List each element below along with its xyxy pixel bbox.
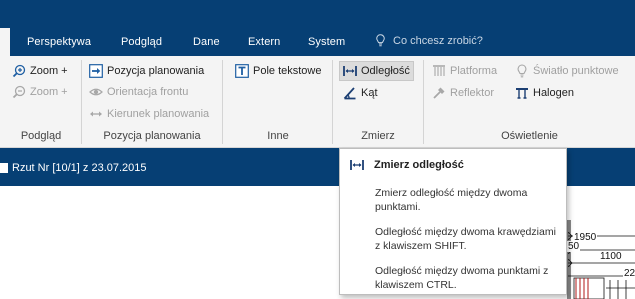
platforma-label: Platforma (450, 65, 498, 77)
platforma-button[interactable]: Platforma (429, 61, 500, 81)
group-oswietlenie: Platforma Reflektor Światło punktowe Hal… (424, 56, 635, 148)
group-label-inne: Inne (267, 130, 289, 142)
dimension-label: 1100 (599, 251, 623, 262)
angle-icon (343, 86, 357, 100)
tell-me-search[interactable]: Co chcesz zrobić? (376, 34, 483, 47)
dimension-label: 22 (623, 268, 635, 279)
pole-tekstowe-label: Pole tekstowe (253, 65, 322, 77)
zoom-in-button[interactable]: Zoom + (9, 61, 71, 81)
tab-dane[interactable]: Dane (193, 36, 220, 48)
ribbon: Zoom + Zoom + Podgląd Pozycja planowania… (0, 56, 635, 148)
zoom-out-icon (12, 85, 26, 99)
zoom-in-icon (12, 64, 26, 78)
reflektor-button[interactable]: Reflektor (429, 83, 497, 103)
ribbon-tab-bar: Perspektywa Podgląd Dane Extern System C… (0, 0, 635, 56)
group-inne: Pole tekstowe Inne (223, 56, 333, 148)
measure-distance-icon (343, 64, 357, 78)
zoom-out-label: Zoom + (30, 86, 68, 98)
pozycja-planowania-label: Pozycja planowania (107, 65, 205, 77)
group-label-podglad: Podgląd (20, 130, 62, 142)
tab-extern[interactable]: Extern (248, 36, 280, 48)
halogen-label: Halogen (533, 87, 574, 99)
lightbulb-icon (376, 34, 385, 47)
odleglosc-button[interactable]: Odległość (339, 61, 414, 81)
kat-button[interactable]: Kąt (340, 83, 381, 103)
eye-icon (89, 85, 103, 99)
orientacja-frontu-label: Orientacja frontu (107, 86, 189, 98)
halogen-button[interactable]: Halogen (512, 83, 577, 103)
zoom-in-label: Zoom + (30, 65, 68, 77)
spotlight-icon (432, 86, 446, 100)
odleglosc-label: Odległość (361, 65, 410, 77)
tab-podglad[interactable]: Podgląd (121, 36, 162, 48)
platform-light-icon (432, 64, 446, 78)
orientacja-frontu-button[interactable]: Orientacja frontu (86, 82, 191, 102)
group-label-oswietlenie: Oświetlenie (501, 130, 558, 142)
dimension-label: 50 (567, 241, 581, 252)
text-field-icon (235, 64, 249, 78)
tell-me-placeholder: Co chcesz zrobić? (393, 34, 483, 47)
group-pozycja-planowania: Pozycja planowania Orientacja frontu Kie… (82, 56, 222, 148)
swiatlo-punktowe-label: Światło punktowe (533, 65, 619, 77)
tooltip-text: Zmierz odległość między dwoma punktami. (375, 187, 528, 213)
zoom-out-button[interactable]: Zoom + (9, 82, 71, 102)
tooltip-text: Odległość między dwoma krawędziami z kla… (375, 226, 556, 252)
reflektor-label: Reflektor (450, 87, 495, 99)
measure-distance-icon (350, 158, 364, 172)
document-title: Rzut Nr [10/1] z 23.07.2015 (12, 162, 147, 174)
group-zmierz: Odległość Kąt Zmierz (333, 56, 423, 148)
tab-system[interactable]: System (308, 36, 345, 48)
group-label-pozycja: Pozycja planowania (103, 130, 201, 142)
kierunek-planowania-label: Kierunek planowania (107, 108, 210, 120)
document-tab[interactable]: Rzut Nr [10/1] z 23.07.2015 (0, 162, 147, 174)
pozycja-planowania-button[interactable]: Pozycja planowania (86, 61, 207, 81)
tooltip-title: Zmierz odległość (374, 159, 464, 171)
swiatlo-punktowe-button[interactable]: Światło punktowe (512, 61, 622, 81)
point-light-bulb-icon (515, 64, 529, 78)
pole-tekstowe-button[interactable]: Pole tekstowe (232, 61, 324, 81)
tooltip-text: Odległość między dwoma punktami z klawis… (375, 265, 549, 291)
double-arrow-icon (89, 107, 103, 121)
position-arrow-icon (89, 64, 103, 78)
group-podglad: Zoom + Zoom + Podgląd (0, 56, 82, 148)
tab-perspektywa[interactable]: Perspektywa (27, 36, 91, 48)
halogen-lamp-icon (515, 86, 529, 100)
active-tab-edge[interactable] (0, 28, 10, 56)
document-icon (0, 163, 8, 173)
kat-label: Kąt (361, 87, 378, 99)
kierunek-planowania-button[interactable]: Kierunek planowania (86, 104, 212, 124)
group-label-zmierz: Zmierz (361, 130, 395, 142)
tooltip-zmierz-odleglosc: Zmierz odległość Zmierz odległość między… (339, 148, 567, 295)
